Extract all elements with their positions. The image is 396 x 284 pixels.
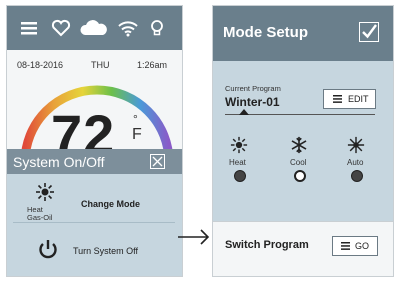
panel-title: System On/Off — [13, 154, 105, 170]
turn-system-off-button[interactable]: Turn System Off — [73, 246, 138, 256]
edit-label: EDIT — [348, 94, 369, 104]
snowflake-icon[interactable] — [290, 136, 308, 154]
heart-icon[interactable] — [51, 19, 71, 37]
list-icon — [341, 242, 350, 250]
checkmark-icon — [362, 24, 377, 39]
sun-icon[interactable] — [230, 136, 248, 154]
day-text: THU — [91, 60, 110, 70]
mode-label-cool: Cool — [290, 158, 307, 167]
thermostat-home-screen: 08-18-2016 THU 1:26am 72 ° F System On/O… — [6, 5, 183, 277]
top-bar — [7, 6, 182, 50]
divider — [13, 222, 175, 223]
go-button[interactable]: GO — [332, 236, 378, 256]
change-mode-button[interactable]: Change Mode — [81, 199, 140, 209]
menu-icon[interactable] — [19, 19, 39, 37]
auto-icon[interactable] — [347, 136, 365, 154]
degree-symbol: ° — [133, 112, 138, 126]
wifi-icon[interactable] — [117, 19, 139, 37]
arrow-right-icon — [178, 229, 210, 245]
mode-radio-cool[interactable] — [294, 170, 306, 182]
list-icon — [333, 95, 342, 103]
power-icon[interactable] — [37, 238, 59, 260]
time-text: 1:26am — [137, 60, 168, 70]
divider — [213, 221, 393, 222]
mode-label-auto: Auto — [347, 158, 364, 167]
switch-program-label: Switch Program — [225, 239, 309, 251]
sun-icon[interactable] — [35, 182, 55, 202]
confirm-button[interactable] — [359, 22, 379, 42]
cloud-icon[interactable] — [79, 19, 109, 37]
mode-radio-auto[interactable] — [351, 170, 363, 182]
mode-label-heat: Heat — [229, 158, 246, 167]
page-title: Mode Setup — [223, 24, 308, 41]
close-icon — [152, 156, 163, 167]
current-program-label: Current Program — [225, 84, 281, 93]
fuel-label: Gas-Oil — [27, 213, 53, 222]
program-name: Winter-01 — [225, 95, 280, 109]
pointer-icon — [239, 109, 249, 115]
mode-radio-heat[interactable] — [234, 170, 246, 182]
close-button[interactable] — [150, 154, 165, 169]
go-label: GO — [355, 241, 370, 251]
temperature-unit: F — [132, 126, 142, 143]
lightbulb-icon[interactable] — [149, 19, 165, 37]
mode-setup-screen: Mode Setup Current Program Winter-01 EDI… — [212, 5, 394, 277]
date-text: 08-18-2016 — [17, 60, 64, 70]
edit-button[interactable]: EDIT — [323, 89, 376, 109]
